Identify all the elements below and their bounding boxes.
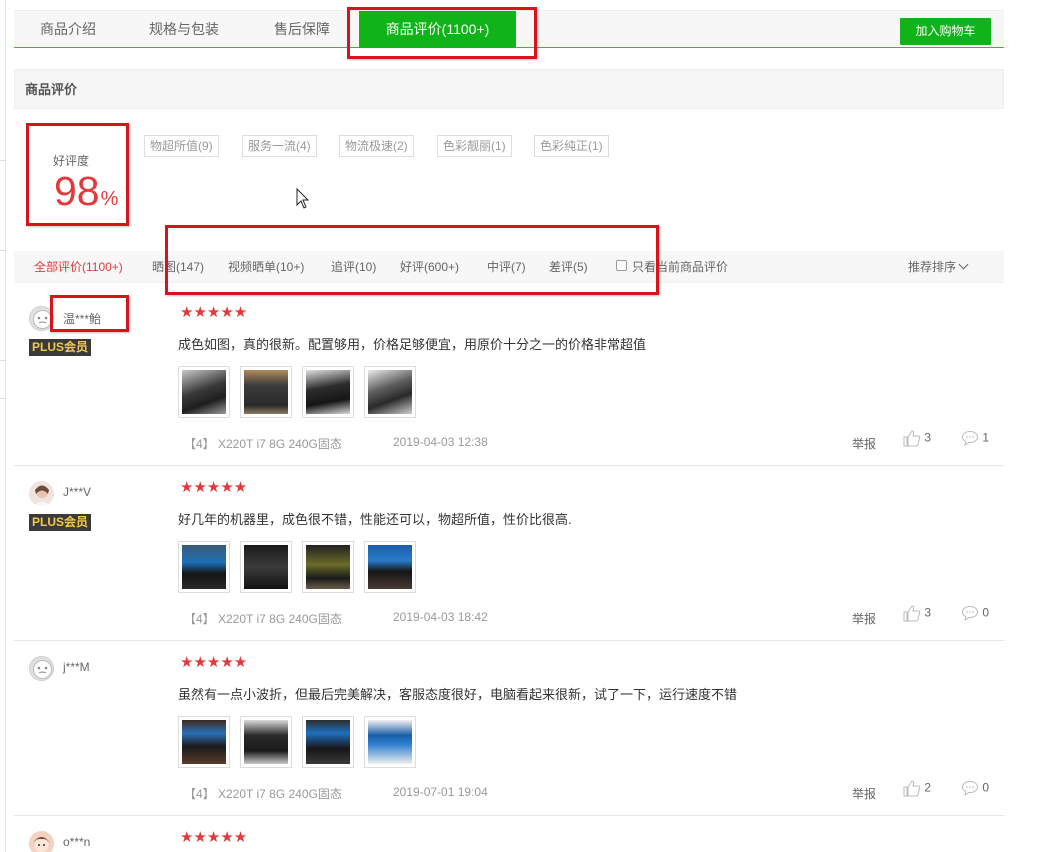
review-tag[interactable]: 物流极速(2) bbox=[339, 135, 414, 157]
comment-count: 0 bbox=[982, 780, 990, 795]
edge-tick bbox=[0, 398, 6, 399]
report-link[interactable]: 举报 bbox=[852, 435, 876, 452]
only-current-label[interactable]: 只看当前商品评价 bbox=[632, 251, 728, 283]
review-image-thumb[interactable] bbox=[364, 541, 416, 593]
review-image-thumb[interactable] bbox=[178, 716, 230, 768]
like-count: 3 bbox=[924, 605, 932, 620]
filter-video[interactable]: 视频晒单(10+) bbox=[228, 251, 304, 283]
star-rating: ★★★★★ bbox=[180, 829, 248, 846]
comment-button[interactable]: 0 bbox=[961, 780, 989, 800]
product-tab-bar: 商品介绍 规格与包装 售后保障 商品评价(1100+) 加入购物车 bbox=[14, 10, 1004, 48]
review-username: j***M bbox=[63, 660, 90, 674]
only-current-checkbox[interactable] bbox=[616, 260, 627, 271]
review-image-thumb[interactable] bbox=[178, 366, 230, 418]
avatar bbox=[29, 831, 54, 852]
review-username: o***n bbox=[63, 835, 91, 849]
edge-tick bbox=[0, 160, 6, 161]
review-image-thumb[interactable] bbox=[364, 366, 416, 418]
comment-button[interactable]: 0 bbox=[961, 605, 989, 625]
review-tag[interactable]: 色彩纯正(1) bbox=[534, 135, 609, 157]
rating-number: 98 bbox=[54, 168, 100, 214]
chevron-down-icon bbox=[958, 259, 969, 270]
edge-tick bbox=[0, 360, 6, 361]
tab-after-sales[interactable]: 售后保障 bbox=[259, 11, 345, 48]
plus-member-badge: PLUS会员 bbox=[29, 339, 92, 356]
product-variant: 【4】 X220T i7 8G 240G固态 bbox=[184, 787, 342, 801]
avatar bbox=[29, 306, 54, 331]
comment-icon bbox=[961, 780, 979, 797]
product-variant: 【4】 X220T i7 8G 240G固态 bbox=[184, 437, 342, 451]
sort-dropdown[interactable]: 推荐排序 bbox=[908, 251, 969, 283]
section-title: 商品评价 bbox=[14, 69, 1004, 109]
thumbs-up-icon bbox=[903, 605, 921, 622]
review-item: o***n ★★★★★ bbox=[14, 821, 1004, 852]
thumbs-up-icon bbox=[903, 780, 921, 797]
review-date: 2019-07-01 19:04 bbox=[393, 785, 488, 799]
avatar bbox=[29, 481, 54, 506]
review-image-thumb[interactable] bbox=[364, 716, 416, 768]
review-item: 温***鲐 PLUS会员 ★★★★★ 成色如图，真的很新。配置够用，价格足够便宜… bbox=[14, 296, 1004, 466]
review-image-thumb[interactable] bbox=[240, 366, 292, 418]
product-variant: 【4】 X220T i7 8G 240G固态 bbox=[184, 612, 342, 626]
review-image-thumb[interactable] bbox=[240, 716, 292, 768]
comment-icon bbox=[961, 605, 979, 622]
tab-specs-packaging[interactable]: 规格与包装 bbox=[136, 11, 232, 48]
like-count: 3 bbox=[924, 430, 932, 445]
review-tag[interactable]: 服务一流(4) bbox=[242, 135, 317, 157]
filter-all[interactable]: 全部评价(1100+) bbox=[34, 251, 123, 283]
default-avatar-icon bbox=[33, 660, 52, 679]
review-text: 虽然有一点小波折，但最后完美解决，客服态度很好，电脑看起来很新，试了一下，运行速… bbox=[178, 687, 738, 702]
review-date: 2019-04-03 18:42 bbox=[393, 610, 488, 624]
user-photo-icon bbox=[29, 481, 54, 506]
filter-good[interactable]: 好评(600+) bbox=[400, 251, 459, 283]
tab-reviews[interactable]: 商品评价(1100+) bbox=[359, 11, 516, 48]
mouse-cursor-icon bbox=[296, 188, 310, 209]
report-link[interactable]: 举报 bbox=[852, 610, 876, 627]
rating-value: 98% bbox=[54, 167, 118, 223]
review-item: J***V PLUS会员 ★★★★★ 好几年的机器里，成色很不错，性能还可以，物… bbox=[14, 471, 1004, 641]
review-image-thumb[interactable] bbox=[302, 366, 354, 418]
review-image-thumb[interactable] bbox=[178, 541, 230, 593]
review-filter-bar: 全部评价(1100+) 晒图(147) 视频晒单(10+) 追评(10) 好评(… bbox=[14, 251, 1004, 283]
star-rating: ★★★★★ bbox=[180, 479, 248, 496]
review-username: 温***鲐 bbox=[63, 312, 102, 326]
report-link[interactable]: 举报 bbox=[852, 785, 876, 802]
filter-follow-up[interactable]: 追评(10) bbox=[331, 251, 376, 283]
like-button[interactable]: 3 bbox=[903, 605, 931, 625]
default-avatar-icon bbox=[33, 310, 52, 329]
review-tag[interactable]: 物超所值(9) bbox=[144, 135, 219, 157]
rating-unit: % bbox=[100, 188, 119, 210]
add-to-cart-button[interactable]: 加入购物车 bbox=[900, 18, 991, 45]
comment-count: 0 bbox=[982, 605, 990, 620]
review-image-thumb[interactable] bbox=[302, 716, 354, 768]
review-date: 2019-04-03 12:38 bbox=[393, 435, 488, 449]
review-item: j***M ★★★★★ 虽然有一点小波折，但最后完美解决，客服态度很好，电脑看起… bbox=[14, 646, 1004, 816]
review-tag[interactable]: 色彩靓丽(1) bbox=[437, 135, 512, 157]
review-text: 好几年的机器里，成色很不错，性能还可以，物超所值，性价比很高. bbox=[178, 512, 572, 527]
star-rating: ★★★★★ bbox=[180, 654, 248, 671]
like-button[interactable]: 3 bbox=[903, 430, 931, 450]
like-button[interactable]: 2 bbox=[903, 780, 931, 800]
comment-icon bbox=[961, 430, 979, 447]
comment-count: 1 bbox=[982, 430, 990, 445]
filter-medium[interactable]: 中评(7) bbox=[487, 251, 526, 283]
review-image-thumb[interactable] bbox=[302, 541, 354, 593]
review-image-thumb[interactable] bbox=[240, 541, 292, 593]
review-username: J***V bbox=[63, 485, 92, 499]
user-photo-icon bbox=[29, 831, 54, 852]
sort-label: 推荐排序 bbox=[908, 260, 957, 274]
thumbs-up-icon bbox=[903, 430, 921, 447]
review-text: 成色如图，真的很新。配置够用，价格足够便宜，用原价十分之一的价格非常超值 bbox=[178, 337, 647, 352]
filter-photo[interactable]: 晒图(147) bbox=[152, 251, 204, 283]
plus-member-badge: PLUS会员 bbox=[29, 514, 92, 531]
avatar bbox=[29, 656, 54, 681]
filter-bad[interactable]: 差评(5) bbox=[549, 251, 588, 283]
like-count: 2 bbox=[924, 780, 932, 795]
tab-product-intro[interactable]: 商品介绍 bbox=[28, 11, 108, 48]
star-rating: ★★★★★ bbox=[180, 304, 248, 321]
edge-tick bbox=[0, 250, 6, 251]
comment-button[interactable]: 1 bbox=[961, 430, 989, 450]
left-page-edge bbox=[0, 0, 6, 852]
